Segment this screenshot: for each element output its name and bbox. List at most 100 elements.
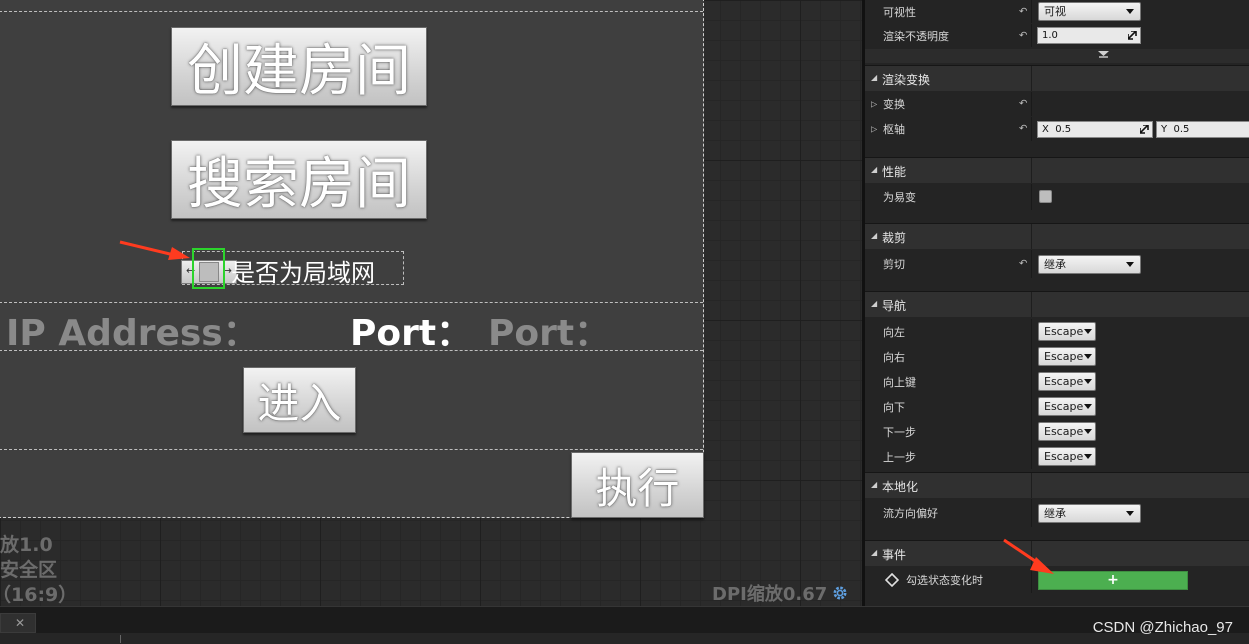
plus-icon: + xyxy=(1107,572,1119,588)
category-render-transform[interactable]: ◢ 渲染变换 xyxy=(865,65,1249,91)
category-events[interactable]: ◢ 事件 xyxy=(865,540,1249,566)
document-tab[interactable]: ✕ xyxy=(0,613,36,633)
clipping-dropdown[interactable]: 继承 xyxy=(1038,255,1141,274)
widget-canvas[interactable]: 创建房间 搜索房间 ← → 是否为局域网 IP Address： Port： P… xyxy=(0,0,704,518)
reset-arrow-icon[interactable]: ↶ xyxy=(1019,30,1027,41)
render-opacity-input[interactable]: 1.0 xyxy=(1037,27,1141,44)
search-room-button[interactable]: 搜索房间 xyxy=(171,140,427,219)
category-localization[interactable]: ◢ 本地化 xyxy=(865,472,1249,498)
volatile-checkbox[interactable] xyxy=(1039,190,1052,203)
chevron-down-icon xyxy=(1084,354,1092,359)
collapse-triangle-icon: ◢ xyxy=(871,548,878,557)
zoom-label: 放1.0 xyxy=(0,534,53,556)
transform-row: ▷ 变换 ↶ xyxy=(865,92,1249,116)
port-input[interactable]: Port： xyxy=(488,304,610,356)
strip-divider xyxy=(120,635,121,643)
category-title: 性能 xyxy=(882,165,907,179)
clipping-label: 剪切 xyxy=(883,258,905,271)
status-strip xyxy=(0,633,1249,644)
reset-arrow-icon[interactable]: ↶ xyxy=(1019,6,1027,17)
nav-previous-dropdown[interactable]: Escape xyxy=(1038,447,1096,466)
chevron-down-icon xyxy=(1084,379,1092,384)
ue-widget-editor: 创建房间 搜索房间 ← → 是否为局域网 IP Address： Port： P… xyxy=(0,0,1249,644)
nav-row: 向下 Escape xyxy=(865,394,1249,419)
category-navigation[interactable]: ◢ 导航 xyxy=(865,291,1249,317)
category-title: 事件 xyxy=(882,548,907,562)
chevron-down-icon xyxy=(1126,9,1134,14)
collapse-triangle-icon: ◢ xyxy=(871,480,878,489)
reset-arrow-icon[interactable]: ↶ xyxy=(1019,259,1027,270)
nav-next-dropdown[interactable]: Escape xyxy=(1038,422,1096,441)
nav-row: 下一步 Escape xyxy=(865,419,1249,444)
pivot-y-input[interactable]: Y 0.5 xyxy=(1156,121,1249,138)
nav-row: 上一步 Escape xyxy=(865,444,1249,469)
expand-triangle-icon[interactable]: ▷ xyxy=(871,100,877,109)
canvas-divider xyxy=(0,302,703,303)
enter-button[interactable]: 进入 xyxy=(243,367,356,433)
category-title: 裁剪 xyxy=(882,231,907,245)
reset-arrow-icon[interactable]: ↶ xyxy=(1019,124,1027,135)
chevron-down-icon xyxy=(1084,329,1092,334)
collapse-triangle-icon: ◢ xyxy=(871,73,878,82)
gear-icon[interactable] xyxy=(831,584,849,602)
clipping-row: 剪切 ↶ 继承 xyxy=(865,250,1249,278)
collapse-triangle-icon: ◢ xyxy=(871,299,878,308)
expand-arrow-icon xyxy=(1098,51,1109,58)
designer-viewport[interactable]: 创建房间 搜索房间 ← → 是否为局域网 IP Address： Port： P… xyxy=(0,0,862,606)
category-title: 渲染变换 xyxy=(882,73,931,87)
add-event-button[interactable]: + xyxy=(1038,571,1188,590)
collapse-triangle-icon: ◢ xyxy=(871,231,878,240)
safe-zone-label: 安全区 xyxy=(0,559,58,581)
flow-direction-dropdown[interactable]: 继承 xyxy=(1038,504,1141,523)
canvas-divider xyxy=(0,449,703,450)
event-diamond-icon xyxy=(885,573,899,587)
collapse-triangle-icon: ◢ xyxy=(871,165,878,174)
nav-down-dropdown[interactable]: Escape xyxy=(1038,397,1096,416)
render-opacity-row: 渲染不透明度 ↶ 1.0 xyxy=(865,24,1249,47)
render-opacity-label: 渲染不透明度 xyxy=(883,29,949,43)
visibility-label: 可视性 xyxy=(883,5,916,19)
nav-row: 向右 Escape xyxy=(865,344,1249,369)
category-performance[interactable]: ◢ 性能 xyxy=(865,157,1249,183)
bottom-bar: ✕ CSDN @Zhichao_97 xyxy=(0,606,1249,644)
nav-up-dropdown[interactable]: Escape xyxy=(1038,372,1096,391)
reset-arrow-icon[interactable]: ↶ xyxy=(1019,99,1027,110)
pivot-label: 枢轴 xyxy=(883,123,905,136)
flow-direction-label: 流方向偏好 xyxy=(883,507,938,520)
nav-up-label: 向上键 xyxy=(883,375,916,389)
chevron-down-icon xyxy=(1084,429,1092,434)
lan-checkbox-label: 是否为局域网 xyxy=(231,259,375,287)
chevron-down-icon xyxy=(1084,454,1092,459)
visibility-row: 可视性 ↶ 可视 xyxy=(865,0,1249,23)
nav-left-label: 向左 xyxy=(883,325,905,339)
expand-triangle-icon[interactable]: ▷ xyxy=(871,125,877,134)
ip-address-label: IP Address： xyxy=(6,313,259,354)
nav-right-dropdown[interactable]: Escape xyxy=(1038,347,1096,366)
execute-button[interactable]: 执行 xyxy=(571,452,704,518)
port-label: Port： xyxy=(350,313,473,354)
advanced-expander[interactable] xyxy=(865,49,1249,63)
aspect-ratio-label: （16:9） xyxy=(0,584,78,606)
pivot-row: ▷ 枢轴 ↶ X 0.5 Y 0.5 xyxy=(865,117,1249,141)
pivot-x-input[interactable]: X 0.5 xyxy=(1037,121,1153,138)
details-panel[interactable]: 可视性 ↶ 可视 渲染不透明度 ↶ 1.0 ◢ 渲染变换 ▷ 变换 ↶ ▷ 枢轴… xyxy=(862,0,1249,606)
canvas-divider xyxy=(0,350,703,351)
category-clipping[interactable]: ◢ 裁剪 xyxy=(865,223,1249,249)
nav-down-label: 向下 xyxy=(883,400,905,414)
nav-left-dropdown[interactable]: Escape xyxy=(1038,322,1096,341)
volatile-label: 为易变 xyxy=(883,191,916,204)
close-icon[interactable]: ✕ xyxy=(15,616,25,630)
nav-next-label: 下一步 xyxy=(883,425,916,439)
nav-previous-label: 上一步 xyxy=(883,450,916,464)
transform-label: 变换 xyxy=(883,98,905,111)
canvas-divider xyxy=(0,11,703,12)
check-state-changed-label: 勾选状态变化时 xyxy=(906,574,983,587)
visibility-dropdown[interactable]: 可视 xyxy=(1038,2,1141,21)
flow-direction-row: 流方向偏好 继承 xyxy=(865,499,1249,527)
chevron-down-icon xyxy=(1126,262,1134,267)
nav-right-label: 向右 xyxy=(883,350,905,364)
create-room-button[interactable]: 创建房间 xyxy=(171,27,427,106)
dpi-scale-label: DPI缩放0.67 xyxy=(712,584,828,605)
selection-outline xyxy=(192,248,225,289)
category-title: 本地化 xyxy=(882,480,919,494)
